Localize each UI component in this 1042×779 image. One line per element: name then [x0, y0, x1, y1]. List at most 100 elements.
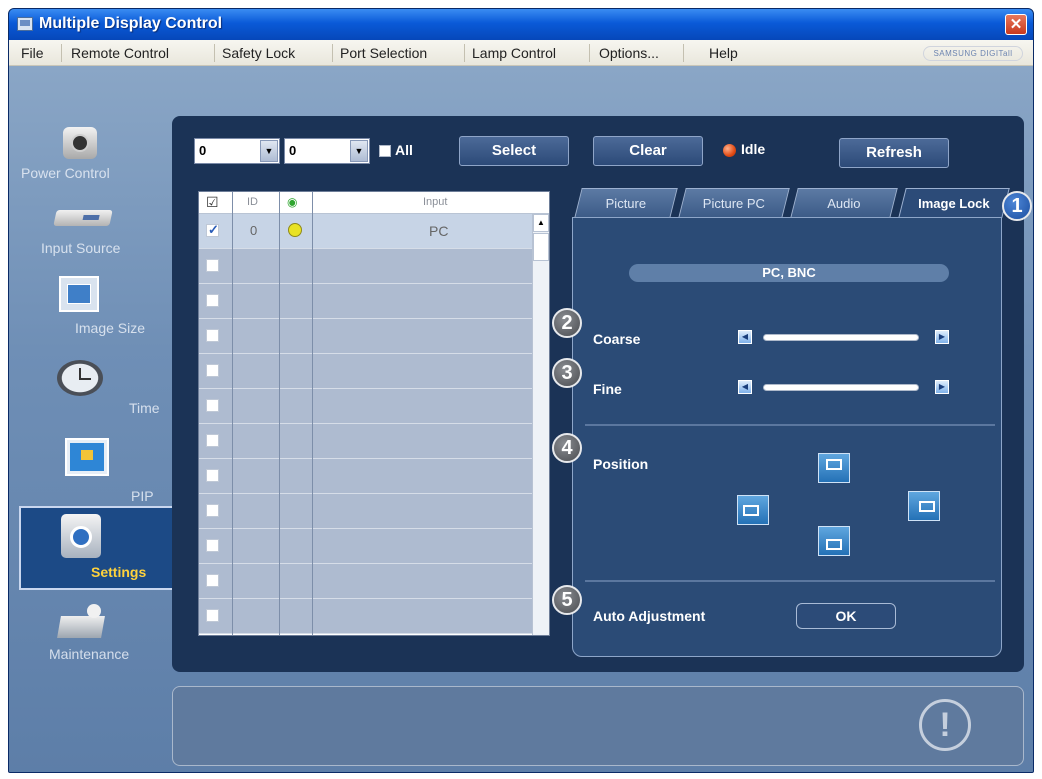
- clear-button[interactable]: Clear: [593, 136, 703, 166]
- section-divider: [585, 580, 995, 582]
- menu-separator: [589, 44, 590, 62]
- maintenance-icon: [57, 604, 109, 638]
- title-bar: Multiple Display Control ✕: [9, 9, 1033, 40]
- brand-logo: SAMSUNG DIGITall: [923, 46, 1023, 61]
- table-row[interactable]: [199, 459, 545, 494]
- position-right-button[interactable]: [908, 491, 940, 521]
- chevron-down-icon[interactable]: ▼: [260, 140, 278, 162]
- select-button[interactable]: Select: [459, 136, 569, 166]
- settings-icon: [61, 514, 101, 558]
- sidebar-item-time[interactable]: Time: [19, 356, 174, 428]
- row-checkbox[interactable]: [206, 469, 219, 482]
- pip-icon: [65, 438, 109, 476]
- id-select-start-value: 0: [199, 143, 207, 158]
- tab-picture[interactable]: Picture: [574, 188, 678, 218]
- auto-adjustment-label: Auto Adjustment: [593, 608, 706, 624]
- coarse-label: Coarse: [593, 331, 641, 347]
- sidebar-item-power-control[interactable]: Power Control: [19, 123, 174, 195]
- tab-picture-pc[interactable]: Picture PC: [678, 188, 790, 218]
- tab-label: Audio: [827, 196, 861, 211]
- all-checkbox[interactable]: [379, 145, 391, 157]
- position-up-icon: [826, 459, 842, 470]
- grid-header: ☑ ID ◉ Input: [199, 192, 549, 214]
- refresh-button[interactable]: Refresh: [839, 138, 949, 168]
- app-window: Multiple Display Control ✕ File Remote C…: [8, 8, 1034, 773]
- sidebar-item-label: Input Source: [41, 240, 121, 256]
- row-checkbox[interactable]: [206, 539, 219, 552]
- menu-port-selection[interactable]: Port Selection: [340, 45, 427, 61]
- sidebar-item-label: Maintenance: [49, 646, 130, 662]
- all-label: All: [395, 142, 413, 158]
- table-row[interactable]: [199, 599, 545, 634]
- menu-bar: File Remote Control Safety Lock Port Sel…: [9, 40, 1033, 66]
- coarse-decrease-icon[interactable]: ◀: [738, 330, 752, 344]
- menu-lamp-control[interactable]: Lamp Control: [472, 45, 556, 61]
- fine-slider[interactable]: [763, 384, 919, 391]
- position-right-icon: [919, 501, 935, 512]
- close-button[interactable]: ✕: [1005, 14, 1027, 35]
- table-row[interactable]: [199, 354, 545, 389]
- position-left-button[interactable]: [737, 495, 769, 525]
- grid-scrollbar[interactable]: ▲: [532, 214, 549, 635]
- menu-safety-lock[interactable]: Safety Lock: [222, 45, 295, 61]
- sidebar-item-maintenance[interactable]: Maintenance: [19, 598, 174, 670]
- header-status: ◉: [287, 195, 298, 209]
- table-row[interactable]: 0 PC: [199, 214, 545, 249]
- sidebar-item-input-source[interactable]: Input Source: [19, 196, 174, 268]
- row-checkbox[interactable]: [206, 329, 219, 342]
- auto-adjustment-ok-button[interactable]: OK: [796, 603, 896, 629]
- id-select-start[interactable]: 0 ▼: [194, 138, 280, 164]
- table-row[interactable]: [199, 319, 545, 354]
- scroll-thumb[interactable]: [533, 233, 549, 261]
- scroll-up-icon[interactable]: ▲: [533, 214, 549, 232]
- image-lock-panel: PC, BNC Coarse ◀ ▶ Fine ◀ ▶ Position Aut…: [572, 217, 1002, 657]
- table-row[interactable]: [199, 284, 545, 319]
- tab-audio[interactable]: Audio: [790, 188, 898, 218]
- table-row[interactable]: [199, 529, 545, 564]
- row-checkbox[interactable]: [206, 294, 219, 307]
- tab-image-lock[interactable]: Image Lock: [898, 188, 1010, 218]
- row-checkbox[interactable]: [206, 399, 219, 412]
- menu-separator: [61, 44, 62, 62]
- id-select-end[interactable]: 0 ▼: [284, 138, 370, 164]
- chevron-down-icon[interactable]: ▼: [350, 140, 368, 162]
- position-down-button[interactable]: [818, 526, 850, 556]
- sidebar-item-settings[interactable]: Settings: [19, 506, 174, 590]
- callout-badge-5: 5: [552, 585, 582, 615]
- fine-decrease-icon[interactable]: ◀: [738, 380, 752, 394]
- window-title: Multiple Display Control: [39, 15, 223, 32]
- row-checkbox[interactable]: [206, 434, 219, 447]
- row-checkbox[interactable]: [206, 609, 219, 622]
- menu-remote-control[interactable]: Remote Control: [71, 45, 169, 61]
- control-panel: 0 ▼ 0 ▼ All Select Clear Idle Refresh ☑ …: [172, 116, 1024, 672]
- menu-file[interactable]: File: [21, 45, 44, 61]
- app-icon: [17, 17, 33, 31]
- position-up-button[interactable]: [818, 453, 850, 483]
- menu-help[interactable]: Help: [709, 45, 738, 61]
- row-checkbox[interactable]: [206, 504, 219, 517]
- power-icon: [63, 127, 97, 159]
- source-label: PC, BNC: [629, 264, 949, 282]
- table-row[interactable]: [199, 564, 545, 599]
- tab-label: Image Lock: [918, 196, 990, 211]
- sidebar-item-pip[interactable]: PIP: [19, 438, 174, 510]
- sidebar-item-image-size[interactable]: Image Size: [19, 272, 174, 344]
- menu-options[interactable]: Options...: [599, 45, 659, 61]
- table-row[interactable]: [199, 424, 545, 459]
- table-row[interactable]: [199, 249, 545, 284]
- warning-icon: !: [919, 699, 971, 751]
- grid-divider: [312, 192, 313, 635]
- header-check-all[interactable]: ☑: [206, 194, 219, 211]
- coarse-slider[interactable]: [763, 334, 919, 341]
- coarse-increase-icon[interactable]: ▶: [935, 330, 949, 344]
- section-divider: [585, 424, 995, 426]
- row-checkbox[interactable]: [206, 364, 219, 377]
- position-label: Position: [593, 456, 649, 472]
- fine-increase-icon[interactable]: ▶: [935, 380, 949, 394]
- power-status-icon: [288, 223, 302, 237]
- table-row[interactable]: [199, 389, 545, 424]
- row-checkbox[interactable]: [206, 574, 219, 587]
- row-checkbox[interactable]: [206, 259, 219, 272]
- row-checkbox[interactable]: [206, 222, 219, 238]
- table-row[interactable]: [199, 494, 545, 529]
